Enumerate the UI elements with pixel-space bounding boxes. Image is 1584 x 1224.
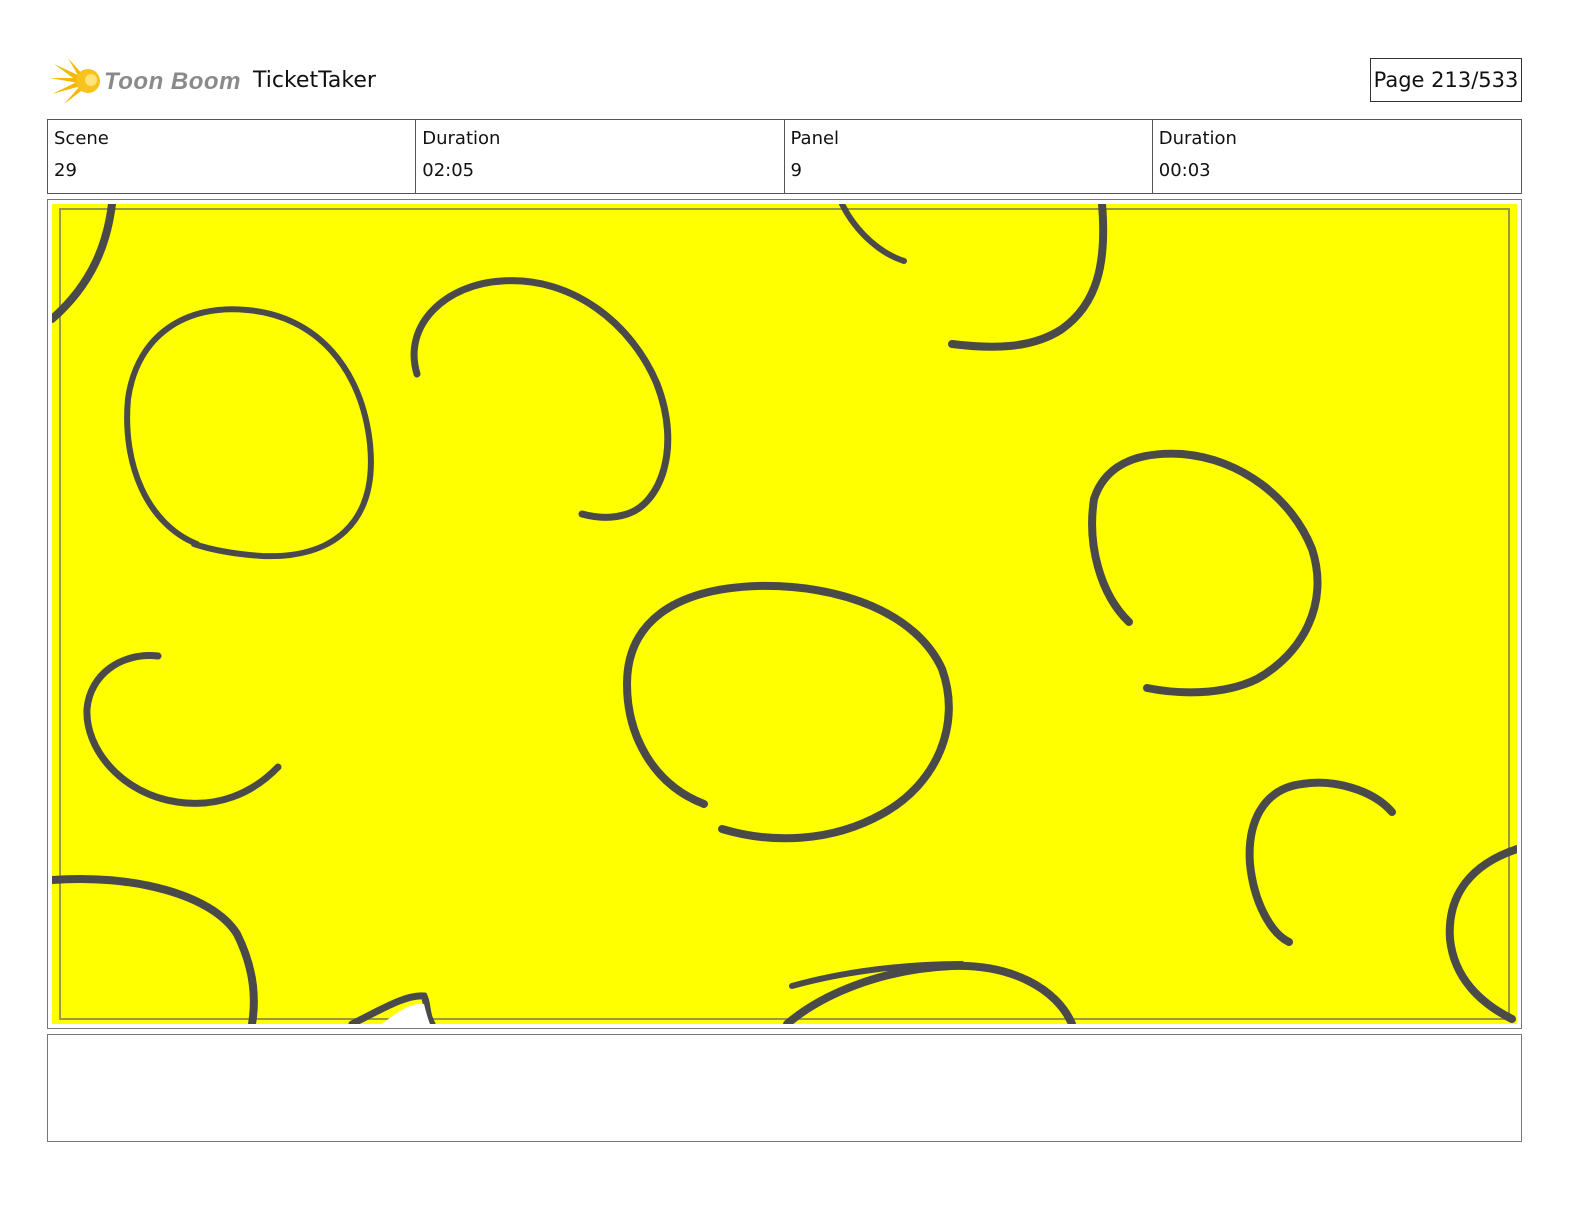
project-title: TicketTaker [253,68,376,93]
scene-duration-label: Duration [422,128,501,149]
scene-info-table: Scene 29 Duration 02:05 Panel 9 Duration… [47,119,1522,194]
scene-value: 29 [54,160,77,181]
panel-cell: Panel 9 [785,120,1153,193]
brand-name: Toon Boom [104,68,241,95]
panel-duration-value: 00:03 [1158,160,1211,181]
scene-cell: Scene 29 [48,120,417,193]
panel-duration-label: Duration [1158,128,1237,149]
scene-duration-cell: Duration 02:05 [416,120,785,193]
panel-background [52,204,1517,1024]
scene-label: Scene [54,128,109,149]
panel-duration-cell: Duration 00:03 [1153,120,1521,193]
scene-duration-value: 02:05 [422,160,475,181]
panel-value: 9 [790,160,802,181]
panel-label: Panel [790,128,840,149]
page-header: Toon Boom TicketTaker Page 213/533 [48,52,1522,110]
storyboard-panel [47,199,1522,1029]
panel-artwork [52,204,1517,1024]
panel-notes-box [47,1034,1522,1142]
cheese-holes-drawing [52,204,1517,1024]
starburst-icon [50,58,100,104]
page-indicator: Page 213/533 [1370,58,1522,102]
toon-boom-logo: Toon Boom [50,56,250,106]
